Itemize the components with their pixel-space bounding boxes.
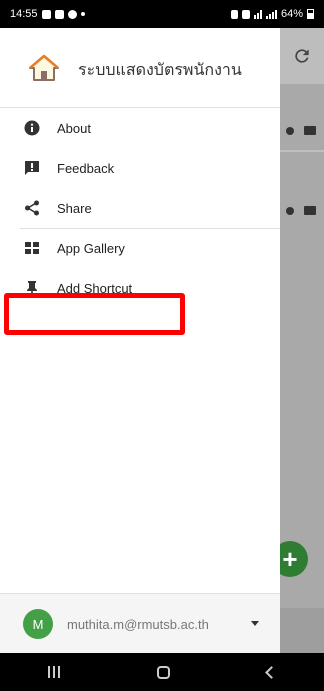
account-switcher[interactable]: M muthita.m@rmutsb.ac.th: [0, 593, 280, 653]
mute-icon: [241, 9, 250, 19]
menu-item-share[interactable]: Share: [0, 188, 280, 228]
pin-icon: [27, 281, 37, 296]
wifi-icon: [253, 9, 262, 19]
back-button[interactable]: [264, 665, 278, 679]
menu-item-add-shortcut[interactable]: Add Shortcut: [0, 268, 280, 308]
app-title: ระบบแสดงบัตรพนักงาน: [78, 62, 242, 79]
menu-item-label: About: [57, 120, 91, 136]
gallery-notification-icon: [41, 9, 51, 19]
lock-icon: [230, 9, 238, 19]
status-time: 14:55: [10, 8, 38, 20]
home-icon: [29, 54, 59, 81]
menu-item-about[interactable]: About: [0, 108, 280, 148]
navigation-drawer: ระบบแสดงบัตรพนักงาน About Feedback Share: [0, 28, 280, 653]
mail-icon: [304, 126, 316, 135]
info-icon: [24, 120, 40, 136]
account-email: muthita.m@rmutsb.ac.th: [67, 617, 209, 632]
app-notification-icon: [54, 9, 64, 19]
menu-item-label: Feedback: [57, 160, 115, 176]
dropdown-arrow-icon[interactable]: [251, 621, 259, 626]
battery-icon: [307, 9, 314, 19]
status-dot-icon: [286, 126, 294, 135]
signal-icon: [265, 9, 277, 19]
home-button[interactable]: [156, 665, 170, 679]
feedback-icon: [25, 161, 39, 175]
status-bar: 14:55 64%: [0, 0, 324, 28]
chat-notification-icon: [67, 9, 77, 19]
battery-level: 64%: [280, 8, 303, 20]
refresh-icon[interactable]: [292, 46, 312, 66]
more-notifications-icon: [80, 12, 85, 16]
status-dot-icon: [286, 206, 294, 215]
menu-item-label: Add Shortcut: [57, 280, 133, 296]
background-row-actions: [286, 126, 316, 135]
menu-item-feedback[interactable]: Feedback: [0, 148, 280, 188]
menu-item-app-gallery[interactable]: App Gallery: [0, 228, 280, 268]
menu-item-label: Share: [57, 200, 92, 216]
drawer-header: ระบบแสดงบัตรพนักงาน: [0, 28, 280, 108]
share-icon: [25, 200, 39, 216]
background-row-actions: [286, 206, 316, 215]
system-navigation-bar: [0, 653, 324, 691]
avatar: M: [23, 609, 53, 639]
menu-item-label: App Gallery: [57, 240, 125, 256]
mail-icon: [304, 206, 316, 215]
recents-button[interactable]: [48, 666, 61, 678]
app-gallery-icon: [25, 242, 39, 254]
